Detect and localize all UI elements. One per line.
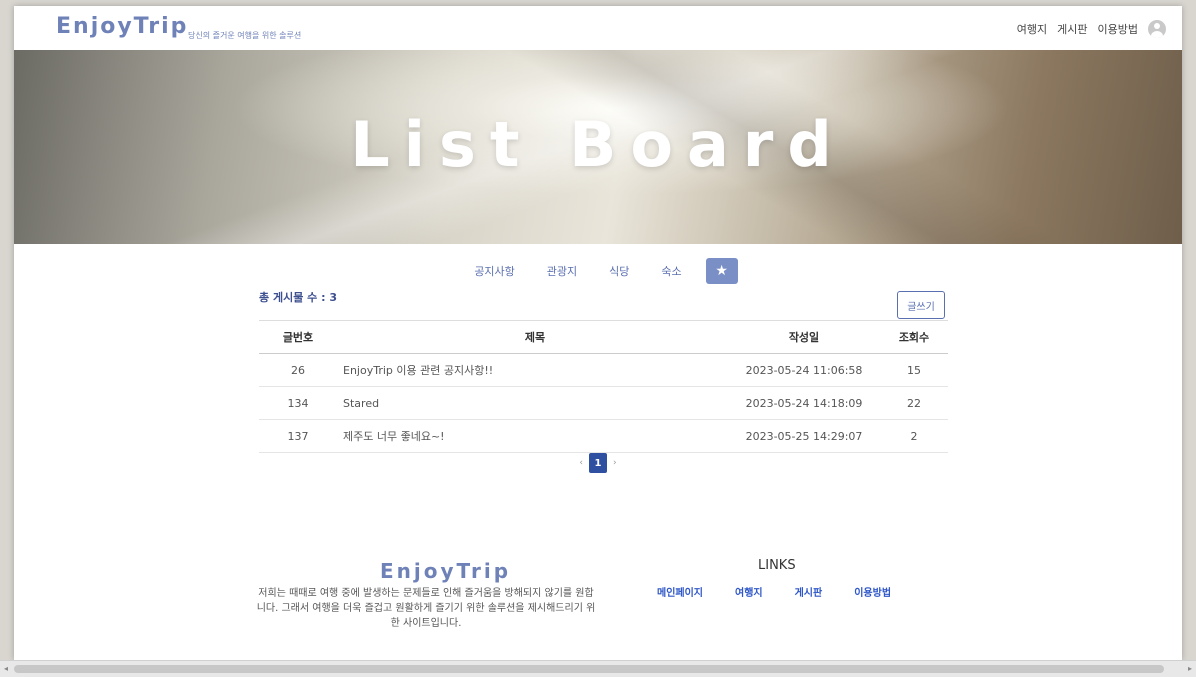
row-date: 2023-05-24 11:06:58 bbox=[728, 353, 880, 387]
col-header-title: 제목 bbox=[337, 320, 728, 354]
tab-restaurants[interactable]: 식당 bbox=[593, 263, 645, 279]
post-count: 총 게시물 수 : 3 bbox=[259, 291, 337, 304]
star-icon: ★ bbox=[715, 263, 728, 279]
footer-links-title: LINKS bbox=[758, 558, 796, 573]
page-button-current[interactable]: 1 bbox=[589, 453, 607, 473]
chevron-left-icon[interactable]: ‹ bbox=[579, 458, 583, 468]
table-row[interactable]: 134 Stared 2023-05-24 14:18:09 22 bbox=[259, 386, 948, 420]
table-header-row: 글번호 제목 작성일 조회수 bbox=[259, 320, 948, 354]
table-row[interactable]: 137 제주도 너무 좋네요~! 2023-05-25 14:29:07 2 bbox=[259, 419, 948, 453]
row-views: 2 bbox=[880, 419, 948, 453]
footer-description: 저희는 때때로 여행 중에 발생하는 문제들로 인해 즐거움을 방해되지 않기를… bbox=[256, 588, 596, 629]
col-header-views: 조회수 bbox=[880, 320, 948, 354]
tab-notice[interactable]: 공지사항 bbox=[458, 263, 530, 279]
site-header: EnjoyTrip 당신의 즐거운 여행을 위한 솔루션 여행지 게시판 이용방… bbox=[14, 6, 1182, 50]
scrollbar-thumb[interactable] bbox=[14, 665, 1164, 673]
horizontal-scrollbar[interactable]: ◂ ▸ bbox=[0, 660, 1196, 677]
top-nav: 여행지 게시판 이용방법 bbox=[1017, 20, 1166, 38]
nav-item-board[interactable]: 게시판 bbox=[1057, 21, 1087, 37]
chevron-right-icon[interactable]: › bbox=[613, 458, 617, 468]
row-number: 26 bbox=[259, 353, 337, 387]
hero-title: List Board bbox=[350, 108, 846, 181]
row-views: 22 bbox=[880, 386, 948, 420]
footer-link-destinations[interactable]: 여행지 bbox=[735, 584, 763, 599]
row-views: 15 bbox=[880, 353, 948, 387]
scroll-right-icon[interactable]: ▸ bbox=[1188, 664, 1192, 673]
row-title-link[interactable]: 제주도 너무 좋네요~! bbox=[337, 419, 728, 453]
col-header-date: 작성일 bbox=[728, 320, 880, 354]
row-title-link[interactable]: Stared bbox=[337, 386, 728, 420]
browser-page: EnjoyTrip 당신의 즐거운 여행을 위한 솔루션 여행지 게시판 이용방… bbox=[14, 6, 1182, 660]
tab-lodging[interactable]: 숙소 bbox=[645, 263, 697, 279]
footer-logo: EnjoyTrip bbox=[380, 559, 512, 583]
scroll-left-icon[interactable]: ◂ bbox=[4, 664, 8, 673]
footer-link-main[interactable]: 메인페이지 bbox=[657, 584, 703, 599]
write-button[interactable]: 글쓰기 bbox=[897, 291, 945, 319]
user-avatar-icon[interactable] bbox=[1148, 20, 1166, 38]
footer-link-howto[interactable]: 이용방법 bbox=[854, 584, 891, 599]
site-tagline: 당신의 즐거운 여행을 위한 솔루션 bbox=[188, 31, 302, 40]
row-number: 137 bbox=[259, 419, 337, 453]
tab-favorites[interactable]: ★ bbox=[705, 258, 738, 284]
board-table: 글번호 제목 작성일 조회수 26 EnjoyTrip 이용 관련 공지사항!!… bbox=[259, 320, 948, 453]
table-row[interactable]: 26 EnjoyTrip 이용 관련 공지사항!! 2023-05-24 11:… bbox=[259, 353, 948, 387]
site-logo[interactable]: EnjoyTrip bbox=[56, 14, 188, 39]
footer-links: 메인페이지 여행지 게시판 이용방법 bbox=[657, 584, 891, 599]
col-header-number: 글번호 bbox=[259, 320, 337, 354]
nav-item-destinations[interactable]: 여행지 bbox=[1017, 21, 1047, 37]
tab-attractions[interactable]: 관광지 bbox=[531, 263, 593, 279]
row-number: 134 bbox=[259, 386, 337, 420]
hero-banner: List Board bbox=[14, 50, 1182, 244]
row-title-link[interactable]: EnjoyTrip 이용 관련 공지사항!! bbox=[337, 353, 728, 387]
row-date: 2023-05-25 14:29:07 bbox=[728, 419, 880, 453]
nav-item-howto[interactable]: 이용방법 bbox=[1098, 21, 1138, 37]
row-date: 2023-05-24 14:18:09 bbox=[728, 386, 880, 420]
category-tabs: 공지사항 관광지 식당 숙소 ★ bbox=[14, 258, 1182, 284]
footer-link-board[interactable]: 게시판 bbox=[795, 584, 823, 599]
pagination: ‹ 1 › bbox=[14, 453, 1182, 473]
